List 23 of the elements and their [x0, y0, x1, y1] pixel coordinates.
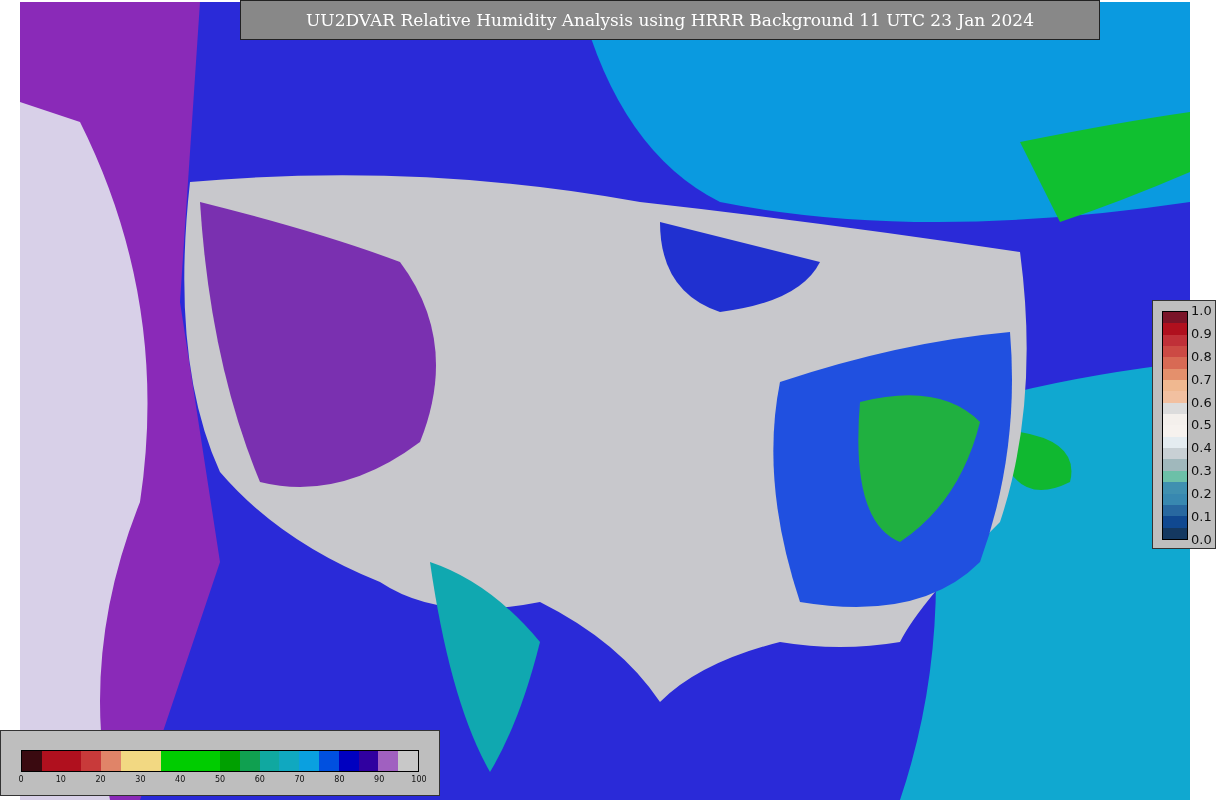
tick-label: 60 — [254, 775, 265, 785]
tick-label: 0.2 — [1191, 486, 1212, 503]
tick-label: 80 — [334, 775, 345, 785]
tick-label: 90 — [374, 775, 385, 785]
tick-label: 0.9 — [1191, 325, 1212, 342]
tick-label: 10 — [55, 775, 66, 785]
tick-label: 20 — [95, 775, 106, 785]
tick-label: 0.0 — [1191, 531, 1212, 548]
tick-label: 0.5 — [1191, 417, 1212, 434]
tick-label: 0 — [18, 775, 24, 785]
tick-label: 0.6 — [1191, 394, 1212, 411]
tick-label: 70 — [294, 775, 305, 785]
tick-label: 50 — [214, 775, 226, 785]
tick-label: 0.7 — [1191, 371, 1212, 388]
map-title: UU2DVAR Relative Humidity Analysis using HRRR Background 11 UTC 23 Jan 2024 — [240, 0, 1100, 40]
tick-label: 0.3 — [1191, 463, 1212, 480]
tick-label: 0.8 — [1191, 348, 1212, 365]
tick-label: 0.1 — [1191, 509, 1212, 525]
tick-label: 40 — [175, 775, 186, 785]
tick-label: 0.4 — [1191, 440, 1212, 457]
tick-label: 100 — [411, 775, 427, 785]
tick-label: 1.0 — [1191, 303, 1212, 319]
tick-label: 30 — [135, 775, 146, 785]
